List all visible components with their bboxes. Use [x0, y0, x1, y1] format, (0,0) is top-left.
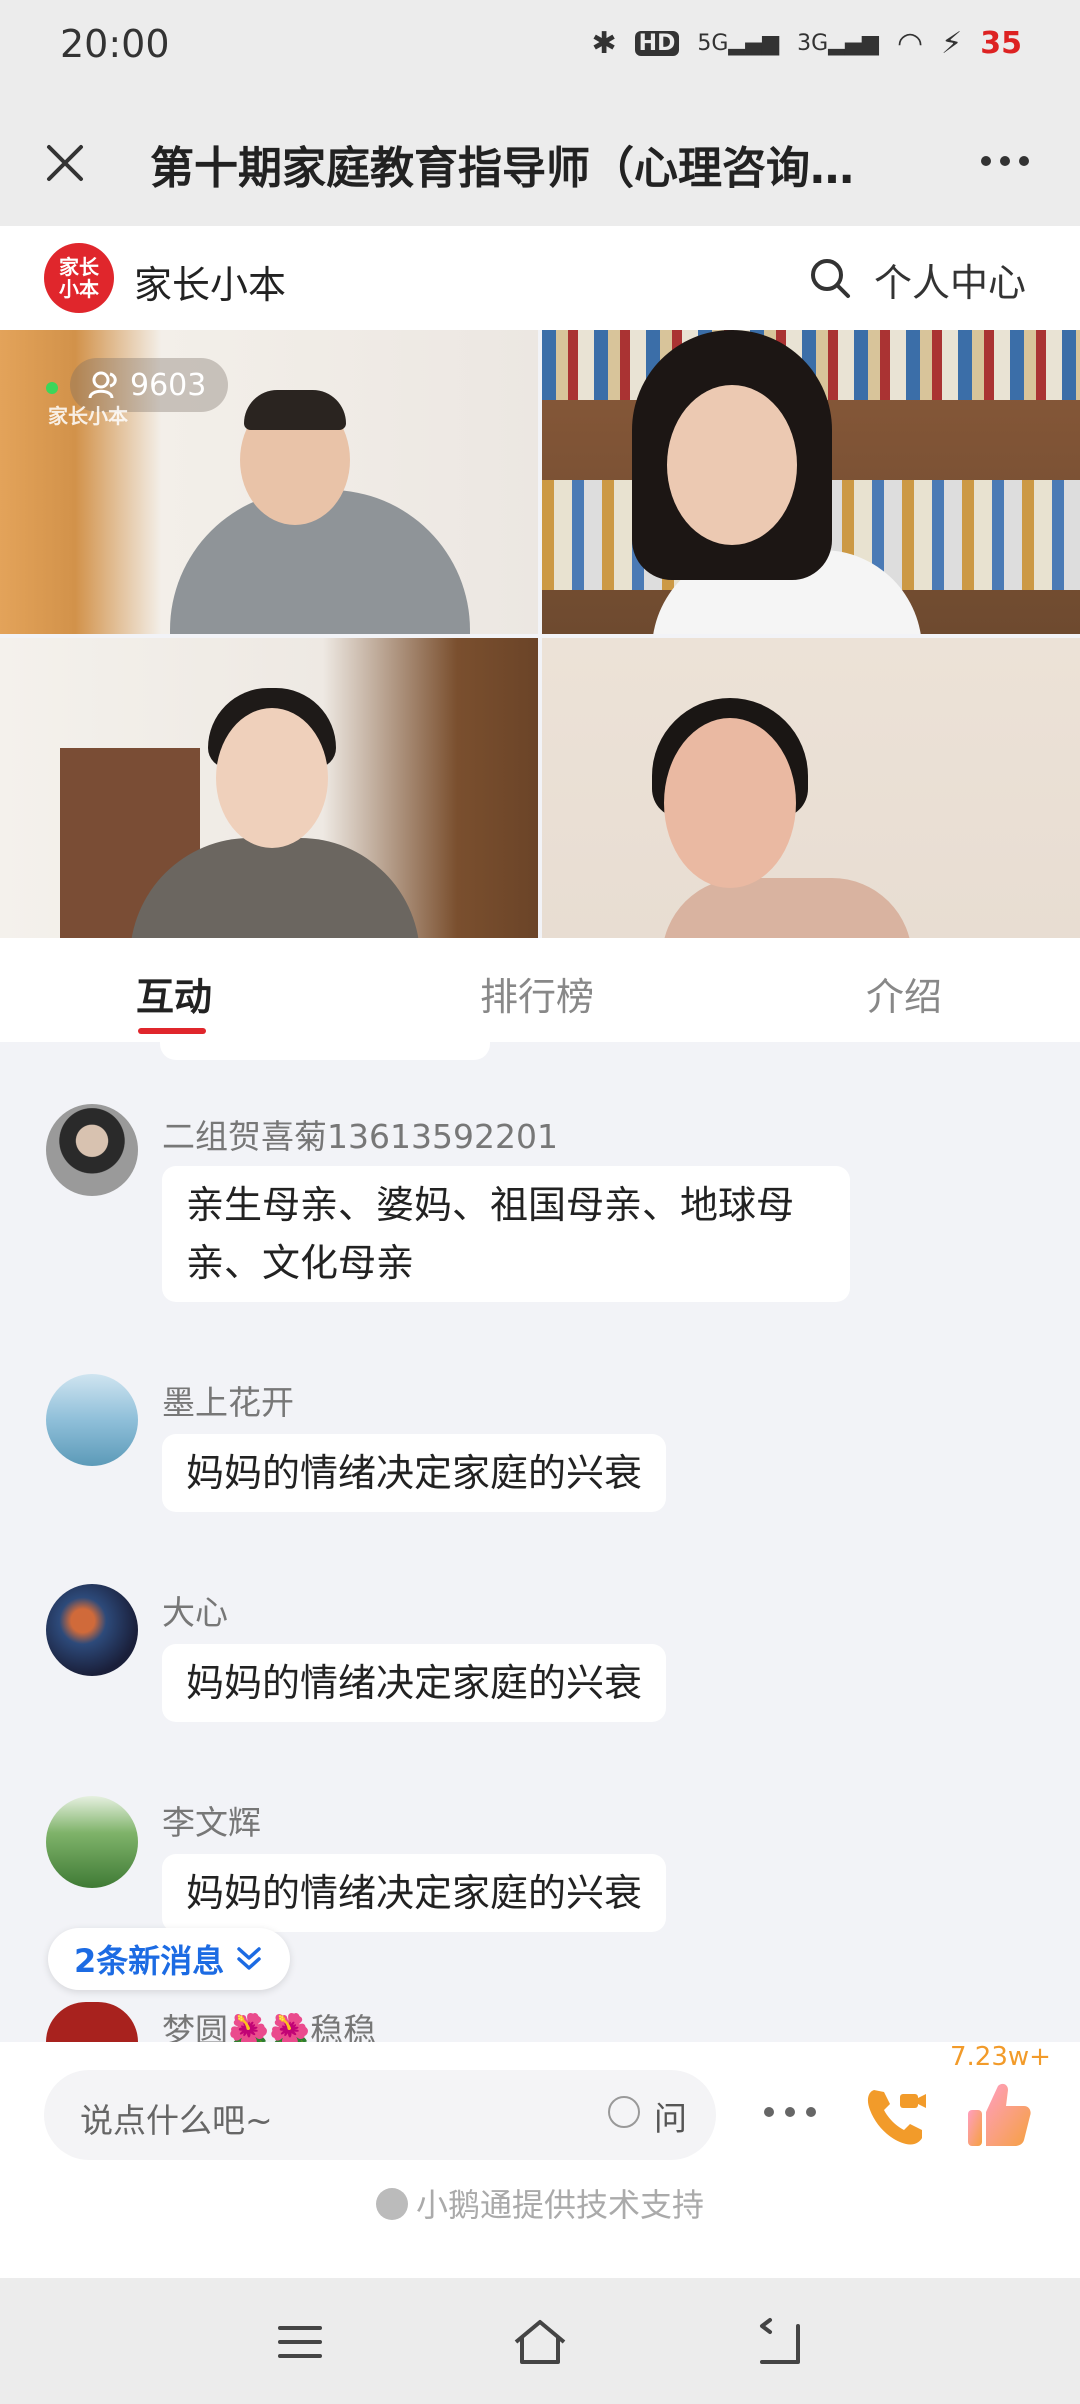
double-chevron-down-icon [237, 1947, 262, 1970]
new-messages-label: 2条新消息 [74, 1942, 225, 1980]
video-person-face [664, 718, 796, 888]
more-actions-button[interactable] [760, 2092, 820, 2132]
live-indicator-dot [46, 382, 58, 394]
message-bubble[interactable]: 亲生母亲、婆妈、祖国母亲、地球母 亲、文化母亲 [162, 1166, 850, 1302]
active-tab-indicator [138, 1028, 206, 1034]
brand-name[interactable]: 家长小本 [134, 254, 286, 309]
wifi-icon: ◠ [896, 26, 924, 61]
more-dots-icon [981, 156, 1029, 166]
5g-signal-icon: 5G▂▄▆ [697, 31, 780, 56]
video-person-shape [662, 878, 912, 938]
video-tile-guest-1[interactable] [542, 330, 1080, 634]
ask-question-label[interactable]: 问 [654, 2092, 687, 2140]
nav-back-button[interactable] [750, 2312, 810, 2372]
message-text-line: 亲生母亲、婆妈、祖国母亲、地球母 [186, 1183, 795, 1227]
message-bubble[interactable]: 妈妈的情绪决定家庭的兴衰 [162, 1434, 667, 1512]
more-dots-icon [764, 2107, 816, 2117]
nav-menu-button[interactable] [270, 2312, 330, 2372]
brand-logo-text: 家长小本 [59, 255, 99, 301]
charging-icon: ⚡ [941, 26, 963, 61]
new-messages-button[interactable]: 2条新消息 [48, 1928, 291, 1990]
message-text-line: 亲、文化母亲 [186, 1241, 415, 1285]
menu-icon [278, 2326, 322, 2358]
status-icons: ✱ HD 5G▂▄▆ 3G▂▄▆ ◠ ⚡ 35 [592, 26, 1022, 61]
hd-icon: HD [634, 31, 680, 56]
live-watermark: 家长小本 [48, 404, 128, 428]
powered-by-text: 小鹅通提供技术支持 [415, 2186, 704, 2224]
close-button[interactable] [30, 128, 100, 198]
search-button[interactable] [806, 254, 856, 304]
status-time: 20:00 [60, 22, 170, 66]
bluetooth-icon: ✱ [591, 26, 617, 61]
message-text: 妈妈的情绪决定家庭的兴衰 [186, 1661, 643, 1705]
page-title: 第十期家庭教育指导师（心理咨询… [150, 143, 854, 194]
xiaoetong-logo-icon [375, 2188, 408, 2220]
video-person-face [667, 385, 797, 545]
home-icon [514, 2320, 566, 2364]
brand-logo[interactable]: 家长小本 [44, 243, 114, 313]
more-menu-button[interactable] [970, 136, 1040, 186]
avatar[interactable] [46, 1796, 138, 1888]
powered-by: 小鹅通提供技术支持 [0, 2180, 1080, 2226]
message-text: 妈妈的情绪决定家庭的兴衰 [186, 1451, 643, 1495]
avatar[interactable] [46, 1374, 138, 1466]
video-person-hair [244, 390, 346, 430]
avatar[interactable] [46, 2002, 138, 2042]
phone-icon [867, 2090, 926, 2145]
avatar[interactable] [46, 1584, 138, 1676]
message-sender-name: 李文辉 [162, 1803, 261, 1842]
message-sender-name: 墨上花开 [162, 1383, 294, 1422]
video-call-button[interactable] [860, 2080, 932, 2152]
like-button[interactable] [966, 2078, 1032, 2150]
battery-level: 35 [980, 26, 1022, 61]
3g-signal-icon: 3G▂▄▆ [797, 31, 879, 56]
user-center-link[interactable]: 个人中心 [874, 252, 1026, 307]
like-count: 7.23w+ [950, 2042, 1051, 2072]
back-icon [760, 2318, 800, 2364]
message-bubble[interactable]: 妈妈的情绪决定家庭的兴衰 [162, 1854, 667, 1932]
thumbs-up-icon [968, 2083, 1031, 2146]
video-person-face [216, 708, 328, 848]
close-icon [47, 145, 83, 181]
tab-ranking[interactable]: 排行榜 [480, 966, 594, 1021]
tab-introduction[interactable]: 介绍 [866, 966, 942, 1021]
message-bubble[interactable]: 妈妈的情绪决定家庭的兴衰 [162, 1644, 667, 1722]
comment-input-placeholder[interactable]: 说点什么吧~ [80, 2094, 273, 2142]
message-text: 妈妈的情绪决定家庭的兴衰 [186, 1871, 643, 1915]
previous-message-bubble-edge [160, 1042, 490, 1060]
message-sender-name: 二组贺喜菊13613592201 [162, 1117, 558, 1156]
message-sender-name: 大心 [162, 1593, 228, 1632]
ask-question-radio[interactable] [608, 2096, 640, 2128]
viewer-count: 9603 [130, 367, 207, 403]
nav-home-button[interactable] [510, 2312, 570, 2372]
video-tile-guest-2[interactable] [0, 638, 538, 938]
avatar[interactable] [46, 1104, 138, 1196]
search-icon [811, 259, 850, 298]
video-tile-guest-3[interactable] [542, 638, 1080, 938]
viewers-icon [88, 371, 117, 399]
tab-interaction[interactable]: 互动 [136, 966, 212, 1021]
